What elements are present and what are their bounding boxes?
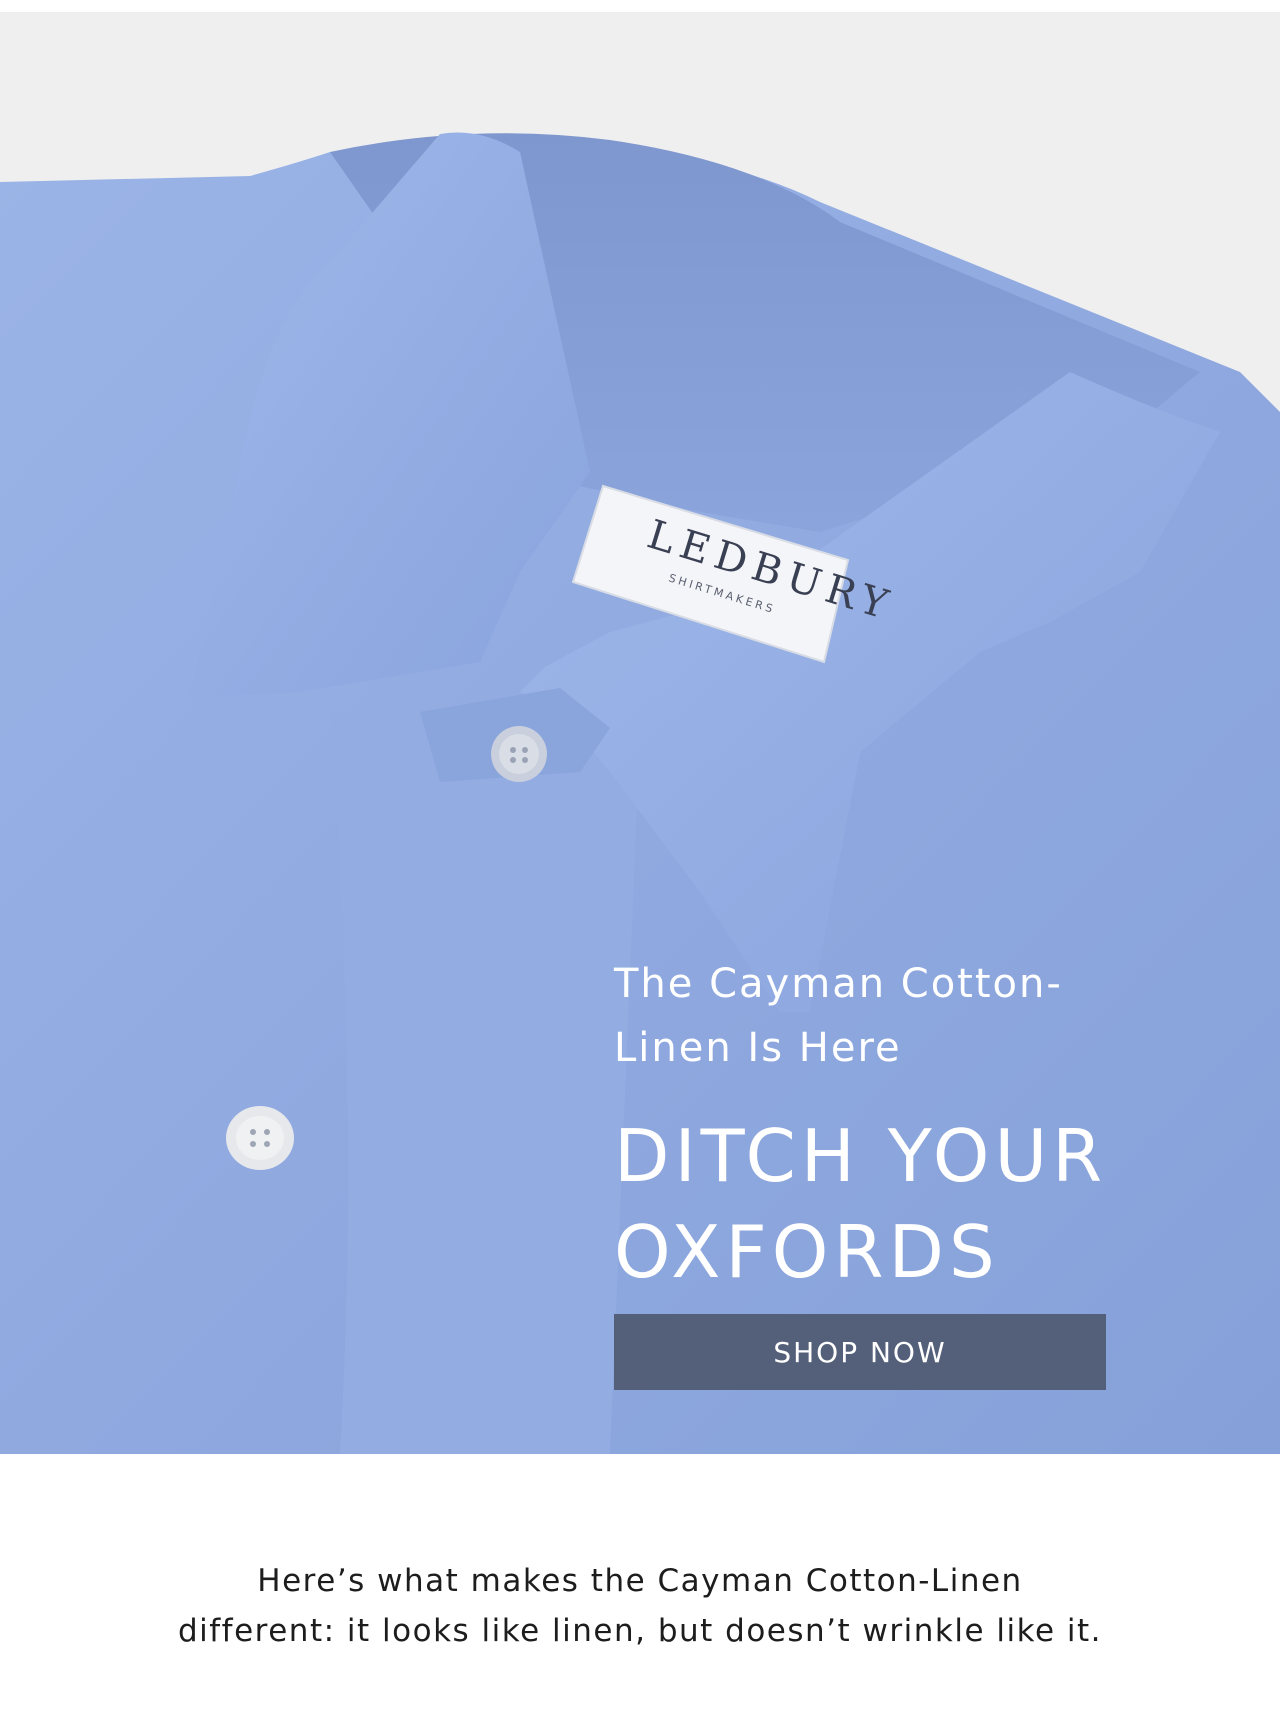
hero-banner[interactable]: LEDBURY SHIRTMAKERS The Cayman Cotton- L… (0, 12, 1280, 1454)
body-line-2: different: it looks like linen, but does… (177, 1613, 1103, 1649)
eyebrow-line-1: The Cayman Cotton- (614, 961, 1063, 1007)
hero-headline: DITCH YOUR OXFORDS (614, 1108, 1254, 1300)
shop-now-button[interactable]: SHOP NOW (614, 1314, 1106, 1390)
eyebrow-line-2: Linen Is Here (614, 1025, 902, 1071)
body-copy: Here’s what makes the Cayman Cotton-Line… (80, 1556, 1200, 1656)
placket (330, 712, 640, 1454)
collar-button (491, 726, 547, 782)
body-line-1: Here’s what makes the Cayman Cotton-Line… (257, 1563, 1023, 1599)
top-strip (0, 0, 1280, 12)
shirt-button (226, 1106, 294, 1170)
headline-line-1: DITCH YOUR (614, 1114, 1108, 1198)
hero-eyebrow: The Cayman Cotton- Linen Is Here (614, 952, 1174, 1080)
headline-line-2: OXFORDS (614, 1210, 1000, 1294)
